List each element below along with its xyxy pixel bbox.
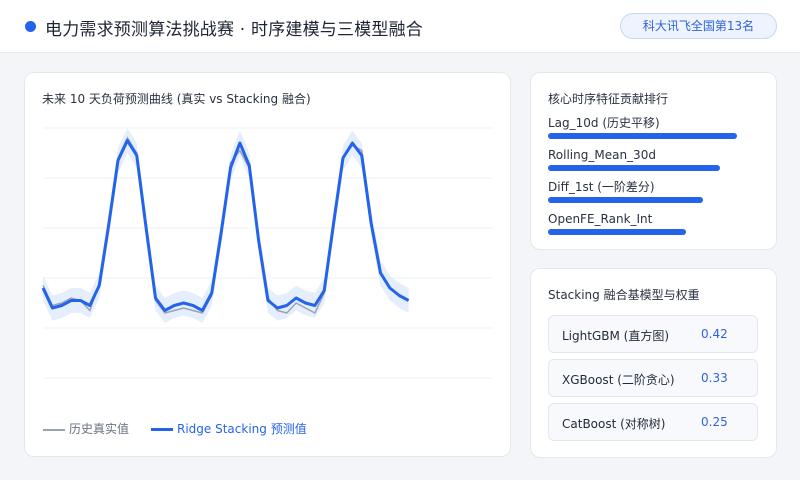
- model-row[interactable]: CatBoost (对称树) 0.25: [548, 403, 758, 441]
- legend-prediction: Ridge Stacking 预测值: [151, 420, 307, 437]
- feature-bar-track: [548, 197, 763, 203]
- page-title: 电力需求预测算法挑战赛 · 时序建模与三模型融合: [45, 20, 424, 40]
- feature-item: Rolling_Mean_30d: [548, 148, 763, 171]
- stacking-models-card: Stacking 融合基模型与权重 LightGBM (直方图) 0.42 XG…: [530, 268, 777, 458]
- legend-prediction-label: Ridge Stacking 预测值: [177, 422, 307, 436]
- model-name: XGBoost (二阶贪心): [562, 373, 675, 387]
- feature-item: Lag_10d (历史平移): [548, 116, 763, 139]
- prediction-series-line: [41, 139, 410, 312]
- legend-history: 历史真实值: [43, 420, 129, 437]
- status-dot-icon: [25, 21, 36, 32]
- feature-bar-track: [548, 165, 763, 171]
- forecast-chart-card: 未来 10 天负荷预测曲线 (真实 vs Stacking 融合) 历史真实值 …: [24, 72, 511, 457]
- feature-bar: [548, 229, 686, 235]
- legend-prediction-swatch: [151, 428, 173, 431]
- stacking-title: Stacking 融合基模型与权重: [548, 288, 700, 302]
- feature-label: Rolling_Mean_30d: [548, 148, 656, 162]
- model-name: CatBoost (对称树): [562, 417, 666, 431]
- feature-bar-track: [548, 133, 763, 139]
- feature-label: Diff_1st (一阶差分): [548, 180, 655, 194]
- model-name: LightGBM (直方图): [562, 329, 670, 343]
- model-row[interactable]: LightGBM (直方图) 0.42: [548, 315, 758, 353]
- model-weight: 0.25: [701, 415, 728, 429]
- model-weight: 0.42: [701, 327, 728, 341]
- feature-ranking-card: 核心时序特征贡献排行 Lag_10d (历史平移) Rolling_Mean_3…: [530, 72, 777, 250]
- legend-history-label: 历史真实值: [69, 422, 130, 436]
- legend-history-swatch: [43, 428, 65, 431]
- forecast-line-chart: [41, 127, 493, 379]
- top-header: 电力需求预测算法挑战赛 · 时序建模与三模型融合 科大讯飞全国第13名: [0, 0, 800, 53]
- rank-badge[interactable]: 科大讯飞全国第13名: [620, 13, 777, 39]
- model-weight: 0.33: [701, 371, 728, 385]
- feature-label: OpenFE_Rank_Int: [548, 212, 653, 226]
- feature-bar-track: [548, 229, 763, 235]
- model-row[interactable]: XGBoost (二阶贪心) 0.33: [548, 359, 758, 397]
- prediction-band: [43, 128, 409, 323]
- feature-item: Diff_1st (一阶差分): [548, 180, 763, 203]
- feature-label: Lag_10d (历史平移): [548, 116, 660, 130]
- feature-ranking-title: 核心时序特征贡献排行: [548, 92, 669, 106]
- feature-bar: [548, 165, 720, 171]
- feature-bar: [548, 133, 738, 139]
- feature-item: OpenFE_Rank_Int: [548, 212, 763, 235]
- feature-bar: [548, 197, 703, 203]
